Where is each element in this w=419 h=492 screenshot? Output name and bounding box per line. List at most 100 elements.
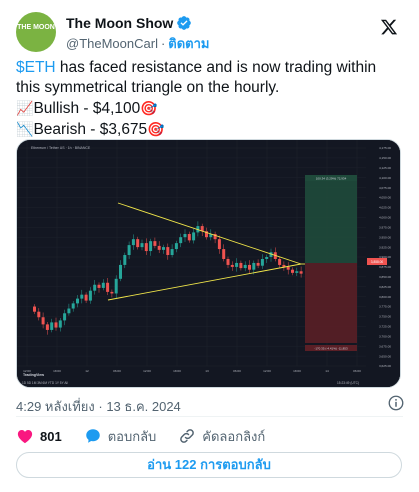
time-tick-label: 06:00 [113, 369, 121, 373]
price-chart: Ethereum / Tether US · 1h · BINANCE 100.… [17, 140, 400, 387]
price-tick-label: 4,050.00 [379, 196, 391, 200]
handle[interactable]: @TheMoonCarl [66, 36, 158, 51]
x-logo-icon[interactable] [380, 18, 398, 36]
price-tick-label: 3,700.00 [379, 334, 391, 338]
candle-body [37, 311, 41, 318]
candle-body [230, 264, 234, 267]
candle-body [192, 232, 196, 241]
chart-up-emoji-icon: 📈 [16, 100, 34, 116]
candle-body [222, 249, 226, 259]
candle-body [217, 239, 221, 250]
candle-body [174, 243, 178, 250]
like-button[interactable]: 801 [16, 427, 62, 445]
candle-body [295, 271, 299, 273]
candle-body [166, 247, 170, 256]
candle-body [76, 298, 79, 304]
stop-label: -170.35 (-4.41%) -11,853 [314, 347, 348, 351]
candle-body [127, 245, 131, 256]
candle-body [278, 258, 282, 265]
candle-body [114, 278, 118, 294]
candle-body [88, 290, 92, 301]
candle-body [110, 291, 114, 294]
candle-body [299, 271, 303, 274]
candle-body [33, 306, 36, 312]
candle-body [71, 303, 75, 309]
tweet-timestamp[interactable]: 4:29 หลังเที่ยง · 13 ธ.ค. 2024 [16, 396, 181, 417]
read-replies-button[interactable]: อ่าน 122 การตอบกลับ [16, 452, 402, 478]
chart-image[interactable]: Ethereum / Tether US · 1h · BINANCE 100.… [16, 139, 401, 388]
price-tick-label: 4,150.00 [379, 156, 391, 160]
candle-body [286, 266, 290, 270]
candle-body [183, 234, 187, 238]
candle-body [131, 239, 135, 246]
candle-body [84, 294, 88, 301]
handle-line: @TheMoonCarl · ติดตาม [66, 36, 210, 51]
cashtag-link[interactable]: $ETH [16, 59, 56, 76]
candle-body [58, 320, 62, 328]
price-tick-label: 3,825.00 [379, 285, 391, 289]
candle-body [140, 243, 144, 248]
price-tick-label: 3,750.00 [379, 315, 391, 319]
bearish-label: Bearish - $3,675 [33, 121, 148, 138]
reply-icon [85, 429, 100, 443]
candle-body [256, 262, 260, 266]
reply-label: ตอบกลับ [107, 428, 157, 444]
candle-body [97, 284, 101, 288]
candle-body [239, 262, 243, 269]
target-emoji-icon: 🎯 [147, 121, 165, 137]
candle-body [50, 322, 54, 330]
time-tick-label: 12:00 [263, 369, 271, 373]
price-tick-label: 3,725.00 [379, 325, 391, 329]
candle-body [149, 241, 153, 252]
candle-body [80, 294, 84, 299]
timeframe-buttons[interactable]: 1D 5D 1M 3M 6M YTD 1Y 5Y All [22, 381, 68, 385]
time-tick-label: 12 [85, 369, 89, 373]
price-scale-ticks: 4,175.00 4,150.00 4,125.00 4,100.00 4,075.00… [379, 146, 391, 368]
copy-link-button[interactable]: คัดลอกลิงก์ [178, 426, 265, 447]
divider [16, 416, 403, 417]
candle-body [45, 324, 49, 330]
candle-body [187, 234, 191, 241]
price-tick-label: 3,800.00 [379, 295, 391, 299]
avatar[interactable]: THE MOON [16, 12, 56, 52]
time-tick-label: 18:00 [53, 369, 61, 373]
price-tick-label: 3,625.00 [379, 364, 391, 368]
candle-body [265, 257, 269, 259]
candle-body [252, 262, 256, 270]
candle-body [67, 308, 71, 314]
time-tick-label: 06:00 [233, 369, 241, 373]
follow-button[interactable]: ติดตาม [168, 36, 209, 51]
reply-button[interactable]: ตอบกลับ [84, 426, 157, 447]
candle-body [123, 255, 127, 265]
time-tick-label: 18:00 [173, 369, 181, 373]
like-count: 801 [40, 428, 62, 444]
chart-clock: 15:23:49 (UTC) [337, 381, 359, 385]
candle-body [63, 313, 67, 321]
candle-body [260, 258, 264, 266]
candle-body [157, 245, 161, 250]
verified-badge-icon [177, 16, 192, 30]
price-tick-label: 3,975.00 [379, 225, 391, 229]
time-tick-label: 14 [325, 369, 329, 373]
candle-body [243, 264, 247, 269]
info-icon[interactable] [387, 394, 405, 412]
target-emoji-icon: 🎯 [140, 100, 158, 116]
bullish-label: Bullish - $4,100 [33, 100, 141, 117]
tradingview-logo: TradingView [23, 373, 44, 377]
link-icon [180, 429, 195, 443]
price-tick-label: 4,025.00 [379, 206, 391, 210]
price-tick-label: 4,000.00 [379, 216, 391, 220]
tweet-text-line1: has faced resistance and is now trading … [16, 59, 377, 96]
price-tick-label: 3,675.00 [379, 344, 391, 348]
price-tick-label: 3,650.00 [379, 354, 391, 358]
candle-body [153, 241, 157, 246]
avatar-text: THE MOON [17, 24, 55, 31]
price-tick-label: 3,925.00 [379, 245, 391, 249]
price-tick-label: 3,875.00 [379, 265, 391, 269]
time-tick-label: 13 [205, 369, 209, 373]
display-name[interactable]: The Moon Show [66, 15, 173, 31]
stop-zone [305, 263, 357, 343]
price-tick-label: 4,100.00 [379, 176, 391, 180]
price-tick-label: 3,775.00 [379, 305, 391, 309]
candle-body [144, 243, 148, 252]
